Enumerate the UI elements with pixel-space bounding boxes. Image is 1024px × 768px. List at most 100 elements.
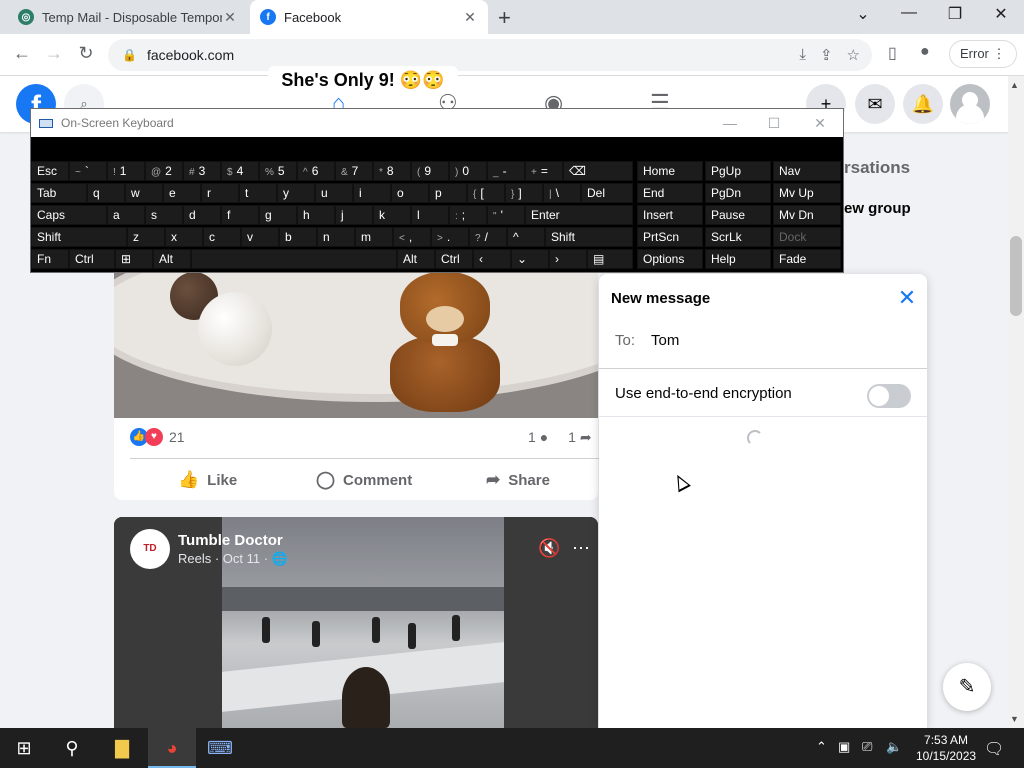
comments-count[interactable]: 1 ●	[528, 429, 548, 446]
close-icon[interactable]: ✕	[895, 286, 919, 310]
key-close-bracket[interactable]: }]	[505, 183, 543, 203]
key-h[interactable]: h	[297, 205, 335, 225]
key-end[interactable]: End	[637, 183, 703, 203]
post-photo[interactable]	[114, 272, 598, 418]
key-pgup[interactable]: PgUp	[705, 161, 771, 181]
chrome-icon[interactable]: ◕	[148, 728, 196, 768]
side-panel-icon[interactable]: ▯	[888, 43, 897, 63]
tray-app-icon[interactable]: ▣	[838, 739, 850, 755]
system-clock[interactable]: 7:53 AM 10/15/2023	[916, 732, 976, 764]
key-pause[interactable]: Pause	[705, 205, 771, 225]
address-bar[interactable]: 🔒 facebook.com ⤓ ⇪ ☆	[108, 39, 872, 71]
shares-count[interactable]: 1 ➦	[568, 429, 591, 446]
key-down-arrow[interactable]: ⌄	[511, 249, 549, 269]
key-d[interactable]: d	[183, 205, 221, 225]
key-caps[interactable]: Caps	[31, 205, 107, 225]
on-screen-keyboard-taskbar-icon[interactable]: ⌨	[196, 728, 244, 768]
key-3[interactable]: #3	[183, 161, 221, 181]
key-9[interactable]: (9	[411, 161, 449, 181]
reload-icon[interactable]: ↻	[74, 43, 98, 64]
minimize-icon[interactable]: —	[719, 115, 741, 131]
key-shift-right[interactable]: Shift	[545, 227, 633, 247]
reaction-summary[interactable]: 👍 ♥ 21	[130, 428, 185, 446]
key-mv-dn[interactable]: Mv Dn	[773, 205, 841, 225]
key-2[interactable]: @2	[145, 161, 183, 181]
comment-button[interactable]: ◯ Comment	[316, 470, 412, 490]
key-j[interactable]: j	[335, 205, 373, 225]
key-a[interactable]: a	[107, 205, 145, 225]
share-icon[interactable]: ⇪	[820, 46, 833, 64]
key-m[interactable]: m	[355, 227, 393, 247]
tab-facebook[interactable]: f Facebook ✕	[250, 0, 488, 34]
author-name[interactable]: Tumble Doctor	[178, 532, 283, 549]
restore-icon[interactable]: ❐	[943, 4, 967, 24]
key-w[interactable]: w	[125, 183, 163, 203]
key-s[interactable]: s	[145, 205, 183, 225]
key-x[interactable]: x	[165, 227, 203, 247]
key-0[interactable]: ) 0	[449, 161, 487, 181]
key-7[interactable]: & 7	[335, 161, 373, 181]
key-scrlk[interactable]: ScrLk	[705, 227, 771, 247]
share-button[interactable]: ➦ Share	[486, 470, 550, 490]
key-period[interactable]: >.	[431, 227, 469, 247]
bookmark-star-icon[interactable]: ☆	[847, 46, 860, 64]
author-avatar[interactable]: TD	[130, 529, 170, 569]
install-icon[interactable]: ⤓	[799, 46, 806, 64]
close-tab-icon[interactable]: ✕	[462, 9, 478, 26]
key-tab[interactable]: Tab	[31, 183, 87, 203]
mute-icon[interactable]: 🔇	[538, 538, 560, 559]
minimize-icon[interactable]: —	[897, 4, 921, 22]
profile-icon[interactable]: ●	[920, 43, 930, 61]
key-i[interactable]: i	[353, 183, 391, 203]
key-5[interactable]: % 5	[259, 161, 297, 181]
key-tilde[interactable]: ~ `	[69, 161, 107, 181]
recipient-input[interactable]: Tom	[651, 332, 679, 349]
key-g[interactable]: g	[259, 205, 297, 225]
key-del[interactable]: Del	[581, 183, 633, 203]
page-scrollbar[interactable]	[1008, 76, 1024, 728]
key-dock[interactable]: Dock	[773, 227, 841, 247]
key-fn[interactable]: Fn	[31, 249, 69, 269]
notifications-icon[interactable]: 🔔	[903, 84, 943, 124]
key-options[interactable]: Options	[637, 249, 703, 269]
scroll-down-icon[interactable]: ▼	[1010, 714, 1019, 724]
notifications-icon[interactable]: 🗨	[984, 739, 1004, 759]
scrollbar-thumb[interactable]	[1010, 236, 1022, 316]
key-open-bracket[interactable]: {[	[467, 183, 505, 203]
start-windows-icon[interactable]: ⊞	[0, 728, 48, 768]
key-t[interactable]: t	[239, 183, 277, 203]
key-mv-up[interactable]: Mv Up	[773, 183, 841, 203]
key-k[interactable]: k	[373, 205, 411, 225]
key-pgdn[interactable]: PgDn	[705, 183, 771, 203]
key-semicolon[interactable]: :;	[449, 205, 487, 225]
file-explorer-icon[interactable]: ▇	[98, 728, 146, 768]
key-4[interactable]: $4	[221, 161, 259, 181]
key-backslash[interactable]: | \	[543, 183, 581, 203]
network-icon[interactable]: ⎚	[862, 739, 872, 755]
key-comma[interactable]: <,	[393, 227, 431, 247]
key-u[interactable]: u	[315, 183, 353, 203]
key-backspace[interactable]: ⌫	[563, 161, 633, 181]
key-8[interactable]: * 8	[373, 161, 411, 181]
key-1[interactable]: ! 1	[107, 161, 145, 181]
compose-message-button[interactable]: ✎	[943, 663, 991, 711]
key-ctrl-left[interactable]: Ctrl	[69, 249, 115, 269]
key-equals[interactable]: + =	[525, 161, 563, 181]
key-up-arrow[interactable]: ^	[507, 227, 545, 247]
key-menu[interactable]: ▤	[587, 249, 633, 269]
key-esc[interactable]: Esc	[31, 161, 69, 181]
new-group-link[interactable]: ew group	[844, 200, 911, 217]
key-fade[interactable]: Fade	[773, 249, 841, 269]
like-button[interactable]: 👍 Like	[178, 470, 237, 490]
key-alt-right[interactable]: Alt	[397, 249, 435, 269]
key-o[interactable]: o	[391, 183, 429, 203]
key-right-arrow[interactable]: ›	[549, 249, 587, 269]
key-y[interactable]: y	[277, 183, 315, 203]
key-quote[interactable]: " '	[487, 205, 525, 225]
maximize-icon[interactable]: ☐	[763, 115, 785, 132]
volume-muted-icon[interactable]: 🔈	[886, 739, 902, 755]
account-avatar[interactable]	[950, 84, 990, 124]
key-p[interactable]: p	[429, 183, 467, 203]
key-f[interactable]: f	[221, 205, 259, 225]
key-enter[interactable]: Enter	[525, 205, 633, 225]
